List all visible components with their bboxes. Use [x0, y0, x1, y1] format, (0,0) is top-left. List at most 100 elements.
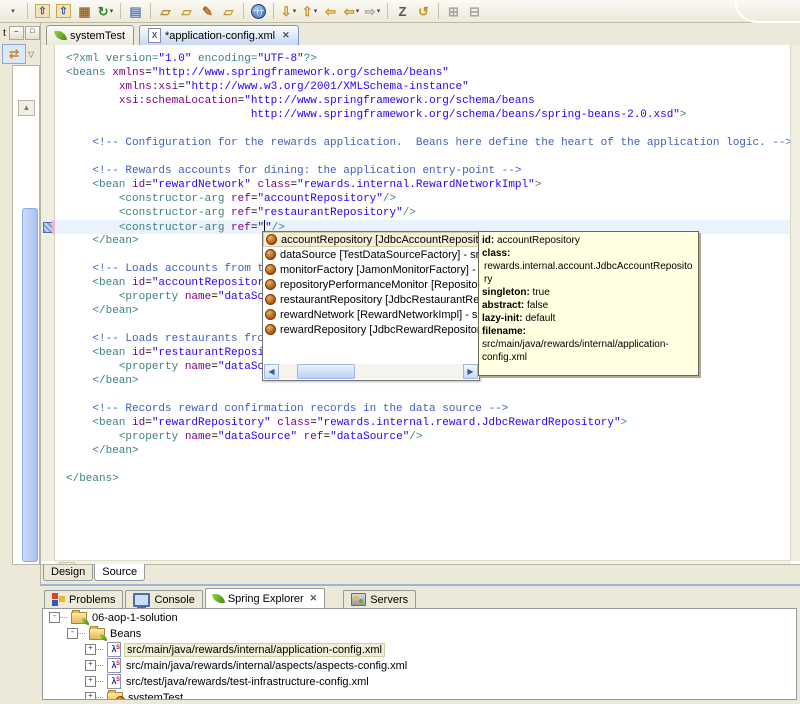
- scrollbar-track[interactable]: [279, 364, 463, 379]
- web-browser-button[interactable]: [249, 2, 268, 21]
- dropdown-arrow-icon: ▾: [376, 8, 381, 15]
- minimize-view-button[interactable]: –: [8, 26, 24, 40]
- tree-item[interactable]: + λ Ssrc/main/java/rewards/internal/applic…: [43, 642, 796, 657]
- assist-proposal[interactable]: dataSource [TestDataSourceFactory] - src…: [263, 247, 479, 262]
- code-token: name: [184, 361, 212, 373]
- expand-all-button[interactable]: ⊞: [444, 2, 463, 21]
- view-tab-console[interactable]: Console: [125, 590, 203, 609]
- bean-icon: [265, 324, 276, 335]
- tree-item-label: systemTest: [128, 691, 184, 700]
- spring-explorer-tree[interactable]: -06-aop-1-solution - Beans + λ Ssrc/main/java…: [42, 608, 797, 700]
- scrollbar-thumb[interactable]: [297, 364, 355, 379]
- code-token: </beans>: [66, 473, 119, 485]
- code-token: "http://www.springframework.org/schema/b…: [151, 67, 449, 79]
- collapse-all-button[interactable]: ⊟: [465, 2, 484, 21]
- open-folder-button[interactable]: ▱: [219, 2, 238, 21]
- import-folder-button[interactable]: ▱: [156, 2, 175, 21]
- beans-folder-icon: [89, 625, 107, 641]
- minimized-view-tab[interactable]: t – □: [1, 25, 40, 41]
- assist-proposal-label: accountRepository [JdbcAccountRepository…: [281, 233, 479, 246]
- tree-item[interactable]: - Beans: [43, 625, 796, 641]
- view-tab-spring-explorer[interactable]: Spring Explorer ✕: [204, 588, 326, 608]
- external-tools-icon: Z: [398, 3, 407, 19]
- page-tab-design[interactable]: Design: [43, 565, 94, 581]
- marker-pen-icon: ✎: [202, 3, 213, 19]
- close-tab-icon[interactable]: ✕: [310, 593, 318, 604]
- scroll-up-button[interactable]: ▲: [18, 100, 35, 116]
- new-wizard-button[interactable]: ⇧: [33, 2, 52, 21]
- scroll-right-button[interactable]: ▶: [463, 364, 478, 379]
- previous-annotation-icon: ⇧: [301, 3, 313, 19]
- scroll-left-button[interactable]: ◀: [264, 364, 279, 379]
- tree-item[interactable]: + λ S src/test/java/rewards/test-infrastruc…: [43, 674, 796, 689]
- code-token: "dataSo: [217, 361, 265, 373]
- expand-all-icon: ⊞: [448, 3, 459, 19]
- export-folder-button[interactable]: ▱: [177, 2, 196, 21]
- code-token: =: [145, 347, 152, 359]
- tree-item[interactable]: + systemTest: [43, 689, 796, 700]
- code-token: "restaurantRepository": [257, 207, 403, 219]
- form-page-button[interactable]: ▤: [126, 2, 145, 21]
- code-line: <property name="dataSource" ref="dataSou…: [55, 430, 791, 444]
- next-annotation-button[interactable]: ⇩ ▾: [279, 2, 298, 21]
- external-tools-button[interactable]: Z: [393, 2, 412, 21]
- assist-proposal[interactable]: repositoryPerformanceMonitor [Repository…: [263, 277, 479, 292]
- bean-icon: [265, 249, 276, 260]
- link-with-editor-button[interactable]: ⇄: [2, 44, 26, 64]
- back-button[interactable]: ⇦ ▾: [342, 2, 361, 21]
- java-package-button[interactable]: ▦: [75, 2, 94, 21]
- refresh-config-button[interactable]: ↺: [414, 2, 433, 21]
- expand-toggle-icon[interactable]: +: [85, 692, 96, 699]
- refresh-icon: ↻: [97, 3, 109, 19]
- editor-tab-systemtest[interactable]: systemTest: [46, 25, 135, 45]
- assist-proposal[interactable]: monitorFactory [JamonMonitorFactory] - s…: [263, 262, 479, 277]
- view-tab-problems[interactable]: Problems: [44, 590, 124, 608]
- code-token: http://www.springframework.org/schema/be…: [66, 109, 680, 121]
- view-menu-dropdown-icon[interactable]: ▽: [28, 50, 34, 59]
- previous-annotation-button[interactable]: ⇧ ▾: [300, 2, 319, 21]
- code-token: ref: [231, 193, 251, 205]
- assist-proposal[interactable]: rewardRepository [JdbcRewardRepository] …: [263, 322, 479, 337]
- last-edit-location-button[interactable]: ⇦: [321, 2, 340, 21]
- code-token: <!-- Configuration for the rewards appli…: [66, 137, 791, 149]
- assist-proposal[interactable]: accountRepository [JdbcAccountRepository…: [263, 232, 479, 247]
- close-tab-icon[interactable]: ✕: [282, 30, 290, 41]
- toolbar-separator: [243, 3, 244, 19]
- dropdown-arrow-icon: ▾: [11, 8, 15, 15]
- tree-item[interactable]: - 06-aop-1-solution: [43, 609, 796, 625]
- refresh-button[interactable]: ↻ ▾: [96, 2, 115, 21]
- new-wizard-alt-button[interactable]: ⇧: [54, 2, 73, 21]
- code-line: </beans>: [55, 472, 791, 486]
- vertical-scrollbar-thumb[interactable]: [22, 208, 38, 562]
- code-token: <!-- Loads restaurants fro: [66, 333, 265, 345]
- overview-ruler[interactable]: [790, 45, 800, 561]
- tree-item[interactable]: + λ S src/main/java/rewards/internal/aspect…: [43, 658, 796, 673]
- code-line: xsi:schemaLocation="http://www.springfra…: [55, 94, 791, 108]
- assist-proposal[interactable]: restaurantRepository [JdbcRestaurantRepo…: [263, 292, 479, 307]
- toolbar-curve-decoration: [734, 0, 800, 23]
- code-token: "UTF-8": [257, 53, 304, 65]
- expand-toggle-icon[interactable]: +: [85, 676, 96, 687]
- editor-tab--application-config-xml[interactable]: X *application-config.xml ✕: [139, 25, 299, 45]
- code-token: <constructor-arg: [118, 207, 232, 219]
- annotation-ruler[interactable]: [41, 45, 55, 561]
- refresh-config-icon: ↺: [418, 3, 429, 19]
- tree-item-label: src/main/java/rewards/internal/aspects/a…: [126, 659, 408, 672]
- editor-tab-label: *application-config.xml: [165, 29, 276, 42]
- forward-button[interactable]: ⇨ ▾: [363, 2, 382, 21]
- maximize-view-button[interactable]: □: [24, 26, 40, 40]
- collapse-toggle-icon[interactable]: -: [49, 612, 60, 623]
- assist-proposal[interactable]: rewardNetwork [RewardNetworkImpl] - src/…: [263, 307, 479, 322]
- expand-toggle-icon[interactable]: +: [85, 644, 96, 655]
- expand-toggle-icon[interactable]: +: [85, 660, 96, 671]
- view-tab-servers[interactable]: Servers: [343, 590, 417, 608]
- page-tab-source[interactable]: Source: [94, 564, 146, 581]
- marker-pen-button[interactable]: ✎: [198, 2, 217, 21]
- toolbar-group-dropdown[interactable]: ▾: [3, 2, 22, 21]
- spring-project-icon: [71, 609, 89, 625]
- collapse-toggle-icon[interactable]: -: [67, 628, 78, 639]
- content-assist-scrollbar[interactable]: ◀ ▶: [264, 364, 478, 379]
